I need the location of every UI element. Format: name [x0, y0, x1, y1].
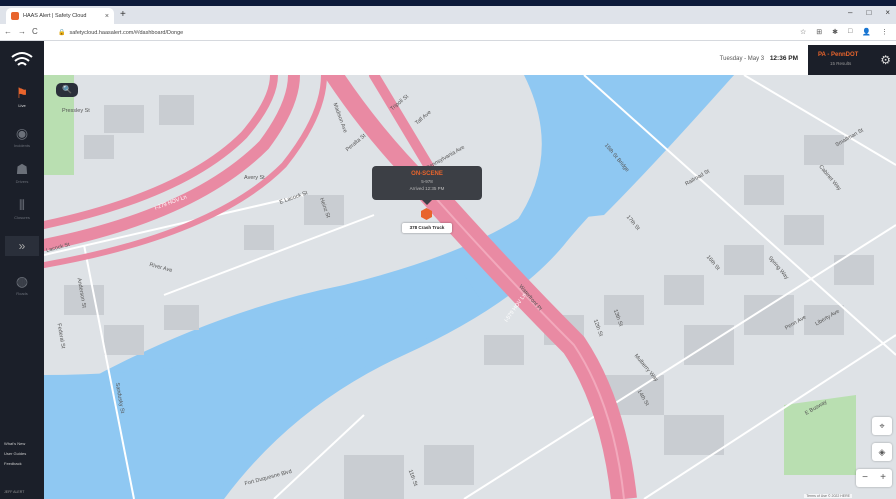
time-text: 12:36 PM: [769, 55, 798, 62]
pin-icon: ◉: [15, 125, 29, 141]
popup-unit: 5-978: [421, 179, 433, 184]
locate-button[interactable]: ⌖: [872, 417, 892, 435]
sidebar: ⚑ Live ◉ Incidents ☗ Drivers ⫴ Closures …: [0, 41, 44, 499]
sidebar-item-label: Closures: [14, 215, 30, 220]
extensions-icon[interactable]: ✱: [832, 28, 838, 36]
version-text: JEFF ALERT: [4, 490, 25, 494]
org-results: 15 Results: [830, 61, 852, 66]
map-attribution[interactable]: Terms of Use © 2022 HERE: [804, 494, 852, 498]
map[interactable]: Pressley St Madison Ave Tripoli St Tall …: [44, 75, 896, 499]
org-name: PA - PennDOT: [818, 52, 859, 58]
menu-icon[interactable]: ⋮: [881, 28, 888, 36]
vehicle-label[interactable]: 378 Crash Truck: [402, 223, 452, 233]
date-text: Tuesday - May 3: [719, 56, 765, 62]
street-label: Avery St: [244, 175, 265, 181]
gear-icon[interactable]: ⚙: [880, 53, 891, 67]
sidebar-item-closures[interactable]: ⫴ Closures: [0, 197, 44, 220]
zoom-control: − +: [856, 469, 892, 487]
driver-icon: ☗: [15, 161, 29, 177]
sidebar-item-label: Live: [18, 103, 26, 108]
map-canvas: [44, 75, 896, 499]
new-tab-button[interactable]: +: [120, 9, 126, 20]
map-search-button[interactable]: 🔍: [56, 83, 78, 97]
maximize-button[interactable]: □: [866, 8, 871, 17]
popup-arrival: Arrived 12:35 PM: [409, 186, 445, 191]
date-time: Tuesday - May 3 12:36 PM: [720, 55, 798, 62]
layers-button[interactable]: ◈: [872, 443, 892, 461]
tab-bar: HAAS Alert | Safety Cloud × + – □ ×: [0, 6, 896, 24]
url-field[interactable]: 🔒 safetycloud.haasalert.com/#/dashboard/…: [58, 27, 778, 38]
lock-icon: 🔒: [58, 30, 66, 36]
sidepanel-icon[interactable]: □: [848, 28, 852, 36]
nav-buttons: ← → C: [4, 27, 38, 36]
close-window-button[interactable]: ×: [885, 8, 890, 17]
sidebar-item-label: Roads: [16, 291, 28, 296]
app-header: Tuesday - May 3 12:36 PM PA - PennDOT 15…: [44, 41, 896, 75]
sidebar-item-live[interactable]: ⚑ Live: [0, 85, 44, 108]
browser-tab[interactable]: HAAS Alert | Safety Cloud ×: [6, 8, 114, 24]
responder-icon: ⚑: [15, 85, 29, 101]
window-controls: – □ ×: [848, 8, 890, 17]
expand-sidebar-button[interactable]: »: [5, 236, 39, 256]
minimize-button[interactable]: –: [848, 8, 852, 17]
closure-icon: ⫴: [19, 197, 25, 213]
river: [514, 75, 734, 225]
favicon-icon: [11, 12, 19, 20]
sidebar-bottom-links: What's New User Guides Feedback: [4, 439, 26, 469]
forward-button[interactable]: →: [18, 27, 26, 36]
reload-button[interactable]: C: [32, 27, 38, 36]
crosshair-icon: ⌖: [879, 421, 885, 431]
zoom-in-button[interactable]: +: [874, 469, 892, 487]
user-guides-link[interactable]: User Guides: [4, 449, 26, 459]
close-tab-icon[interactable]: ×: [105, 13, 109, 20]
street-label: Pressley St: [62, 108, 90, 114]
roads-icon: ◍: [15, 273, 29, 289]
sidebar-item-roads[interactable]: ◍ Roads: [0, 273, 44, 296]
sidebar-item-label: Incidents: [13, 143, 30, 148]
tab-title: HAAS Alert | Safety Cloud: [23, 13, 87, 19]
sidebar-item-drivers[interactable]: ☗ Drivers: [0, 161, 44, 184]
sidebar-item-label: Drivers: [15, 179, 29, 184]
search-icon: 🔍: [62, 85, 72, 94]
browser-toolbar-icons: ☆ ⊞ ✱ □ 👤 ⋮: [800, 28, 888, 36]
popup-status: ON-SCENE: [411, 171, 443, 177]
profile-icon[interactable]: 👤: [862, 28, 871, 36]
feedback-link[interactable]: Feedback: [4, 459, 26, 469]
whats-new-link[interactable]: What's New: [4, 439, 26, 449]
vehicle-status-popup: ON-SCENE 5-978 Arrived 12:35 PM: [372, 166, 482, 205]
wifi-logo-icon[interactable]: [10, 51, 34, 69]
browser-window: HAAS Alert | Safety Cloud × + – □ × ← → …: [0, 0, 896, 499]
bookmark-icon[interactable]: ☆: [800, 28, 806, 36]
sidebar-item-incidents[interactable]: ◉ Incidents: [0, 125, 44, 148]
address-bar: ← → C 🔒 safetycloud.haasalert.com/#/dash…: [0, 24, 896, 41]
url-text: safetycloud.haasalert.com/#/dashboard/Do…: [69, 29, 184, 36]
back-button[interactable]: ←: [4, 27, 12, 36]
org-selector[interactable]: PA - PennDOT 15 Results ⚙: [808, 45, 896, 75]
apps-icon[interactable]: ⊞: [816, 28, 822, 36]
zoom-out-button[interactable]: −: [856, 469, 874, 487]
layers-icon: ◈: [878, 447, 886, 457]
